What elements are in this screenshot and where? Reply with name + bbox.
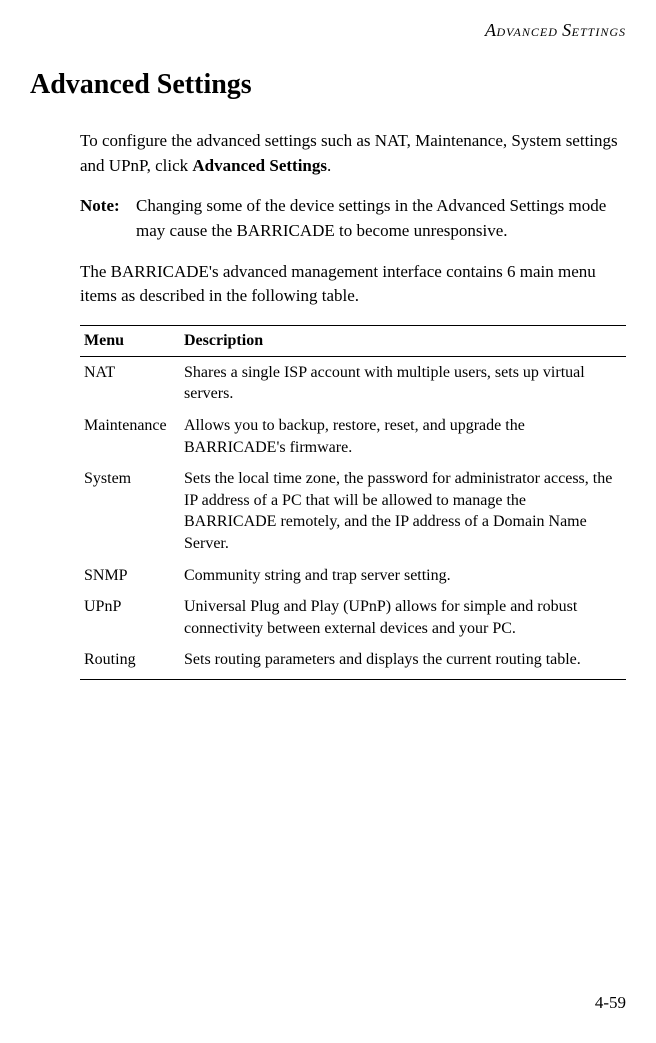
- cell-menu: System: [80, 463, 180, 559]
- table-row: NAT Shares a single ISP account with mul…: [80, 356, 626, 410]
- cell-desc: Community string and trap server setting…: [180, 560, 626, 592]
- header-word1-cap: A: [485, 20, 497, 40]
- table-row: Routing Sets routing parameters and disp…: [80, 644, 626, 679]
- table-row: SNMP Community string and trap server se…: [80, 560, 626, 592]
- body-content: To configure the advanced settings such …: [80, 129, 626, 680]
- table-row: UPnP Universal Plug and Play (UPnP) allo…: [80, 591, 626, 644]
- header-word1-rest: DVANCED: [496, 25, 557, 39]
- cell-menu: Routing: [80, 644, 180, 679]
- page-container: ADVANCED SETTINGS Advanced Settings To c…: [0, 0, 656, 1043]
- cell-menu: Maintenance: [80, 410, 180, 463]
- cell-menu: NAT: [80, 356, 180, 410]
- intro-bold: Advanced Settings: [192, 156, 327, 175]
- table-row: System Sets the local time zone, the pas…: [80, 463, 626, 559]
- header-desc: Description: [180, 325, 626, 356]
- header-word2-rest: ETTINGS: [572, 25, 626, 39]
- cell-desc: Sets routing parameters and displays the…: [180, 644, 626, 679]
- cell-desc: Shares a single ISP account with multipl…: [180, 356, 626, 410]
- page-number: 4-59: [595, 993, 626, 1013]
- note-block: Note: Changing some of the device settin…: [80, 194, 626, 243]
- table-row: Maintenance Allows you to backup, restor…: [80, 410, 626, 463]
- table-header-row: Menu Description: [80, 325, 626, 356]
- note-text: Changing some of the device settings in …: [136, 194, 626, 243]
- intro-paragraph: To configure the advanced settings such …: [80, 129, 626, 178]
- header-word2-cap: S: [562, 20, 572, 40]
- note-label: Note:: [80, 194, 136, 243]
- menu-table: Menu Description NAT Shares a single ISP…: [80, 325, 626, 680]
- cell-desc: Allows you to backup, restore, reset, an…: [180, 410, 626, 463]
- cell-desc: Sets the local time zone, the password f…: [180, 463, 626, 559]
- second-paragraph: The BARRICADE's advanced management inte…: [80, 260, 626, 309]
- cell-menu: UPnP: [80, 591, 180, 644]
- intro-part1: To configure the advanced settings such …: [80, 131, 618, 175]
- intro-part2: .: [327, 156, 331, 175]
- running-header: ADVANCED SETTINGS: [30, 20, 626, 41]
- header-menu: Menu: [80, 325, 180, 356]
- page-title: Advanced Settings: [30, 69, 626, 101]
- cell-desc: Universal Plug and Play (UPnP) allows fo…: [180, 591, 626, 644]
- cell-menu: SNMP: [80, 560, 180, 592]
